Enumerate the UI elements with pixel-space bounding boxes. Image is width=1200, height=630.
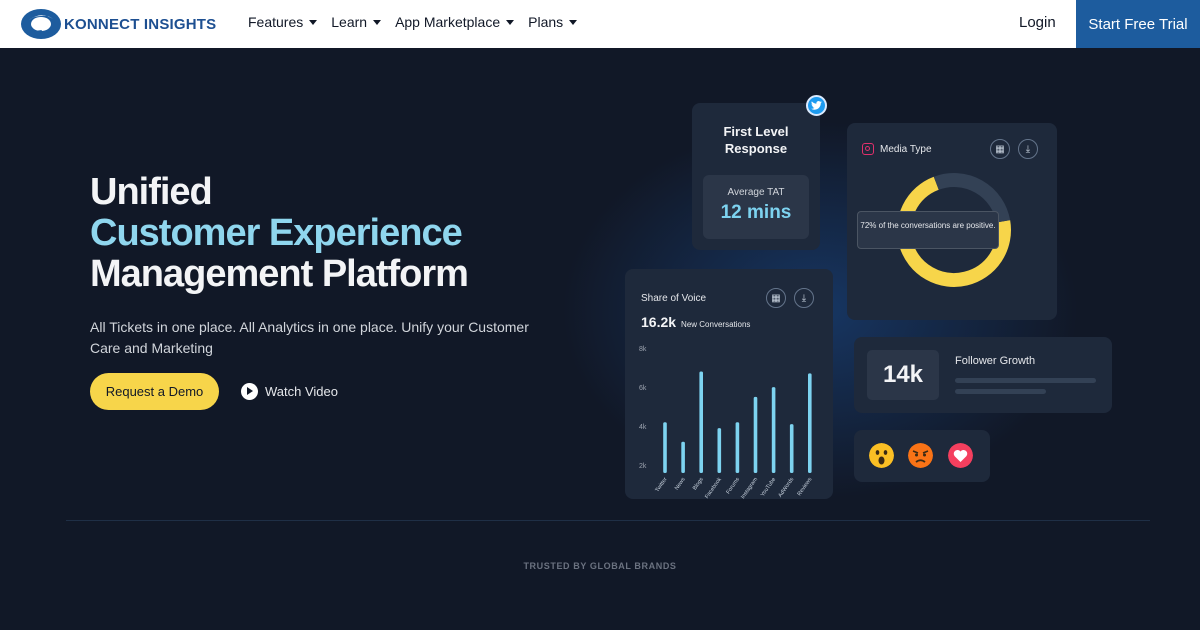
menu-learn[interactable]: Learn [331,14,382,30]
trusted-by-heading: TRUSTED BY GLOBAL BRANDS [523,561,677,571]
menu-plans-label: Plans [528,14,564,30]
menu-features[interactable]: Features [248,14,318,30]
bar [735,422,740,473]
twitter-icon [806,95,827,116]
hero-line-2: Customer Experience [90,212,463,254]
brand-logo-icon [21,9,61,39]
brand-name: KONNECT INSIGHTS [64,15,217,33]
y-tick-label: 4k [639,424,647,431]
follower-growth-value: 14k [867,350,939,400]
menu-plans[interactable]: Plans [528,14,578,30]
bar [808,373,812,473]
brand-logo[interactable]: KONNECT INSIGHTS [20,7,216,41]
section-divider [66,520,1150,521]
bar [771,387,776,473]
x-tick-label: Reviews [797,477,814,498]
media-type-title: Media Type [880,143,932,155]
first-level-response-title: First Level Response [723,124,789,156]
media-type-tooltip: 72% of the conversations are positive. [857,211,999,249]
first-level-response-card: First Level Response Average TAT 12 mins [692,103,820,250]
x-tick-label: News [674,477,687,492]
share-of-voice-card: Share of Voice ▦ ⤓ 16.2k New Conversatio… [625,269,833,499]
request-demo-button[interactable]: Request a Demo [90,373,219,410]
x-tick-label: YouTube [760,477,777,498]
y-tick-label: 2k [639,463,647,470]
surprised-emoji-icon [869,443,894,468]
bar [699,371,703,473]
chevron-down-icon [373,19,382,25]
placeholder-bar [955,378,1096,383]
average-tat-box: Average TAT 12 mins [703,175,809,239]
menu-app-marketplace[interactable]: App Marketplace [395,14,515,30]
placeholder-bar [955,389,1046,394]
y-tick-label: 8k [639,346,647,353]
play-icon [241,383,258,400]
download-icon[interactable]: ⤓ [1018,139,1038,159]
instagram-icon [862,143,874,155]
hero-line-1: Unified [90,171,213,213]
follower-growth-label: Follower Growth [955,355,1036,367]
menu-app-marketplace-label: App Marketplace [395,14,501,30]
login-link[interactable]: Login [1019,14,1056,31]
share-of-voice-bar-chart: 2k 4k 6k 8k Twitter News Blogs Facebook Forums In… [639,346,814,499]
average-tat-label: Average TAT [727,187,785,198]
heart-icon [948,443,973,468]
chevron-down-icon [569,19,578,25]
menu-learn-label: Learn [331,14,368,30]
hero-subtitle: All Tickets in one place. All Analytics … [90,319,529,356]
x-tick-label: Blogs [692,477,705,492]
x-tick-label: AdWords [778,477,796,499]
watch-video-link[interactable]: Watch Video [241,383,338,400]
angry-emoji-icon [908,443,933,468]
hero-line-3: Management Platform [90,253,469,295]
menu-features-label: Features [248,14,304,30]
reactions-card [854,430,990,482]
top-nav: KONNECT INSIGHTS Features Learn App Mark… [0,0,1200,48]
start-free-trial-button[interactable]: Start Free Trial [1076,0,1200,48]
hero-headline: Unified Customer Experience Management P… [90,171,469,295]
x-tick-label: Instagram [740,476,759,499]
bar [681,441,685,473]
x-tick-label: Forums [725,477,741,496]
follower-growth-card: 14k Follower Growth [854,337,1112,413]
y-tick-label: 6k [639,385,647,392]
bar [663,422,667,473]
main-menu: Features Learn App Marketplace Plans [248,14,578,30]
x-tick-label: Facebook [704,477,723,499]
chevron-down-icon [506,19,515,25]
chevron-down-icon [309,19,318,25]
grid-icon[interactable]: ▦ [990,139,1010,159]
bar [789,424,794,473]
average-tat-value: 12 mins [720,202,792,223]
watch-video-label: Watch Video [265,384,338,399]
x-tick-label: Twitter [654,477,668,494]
media-type-header: Media Type [862,143,932,155]
bar [717,428,722,473]
bar [753,396,758,473]
